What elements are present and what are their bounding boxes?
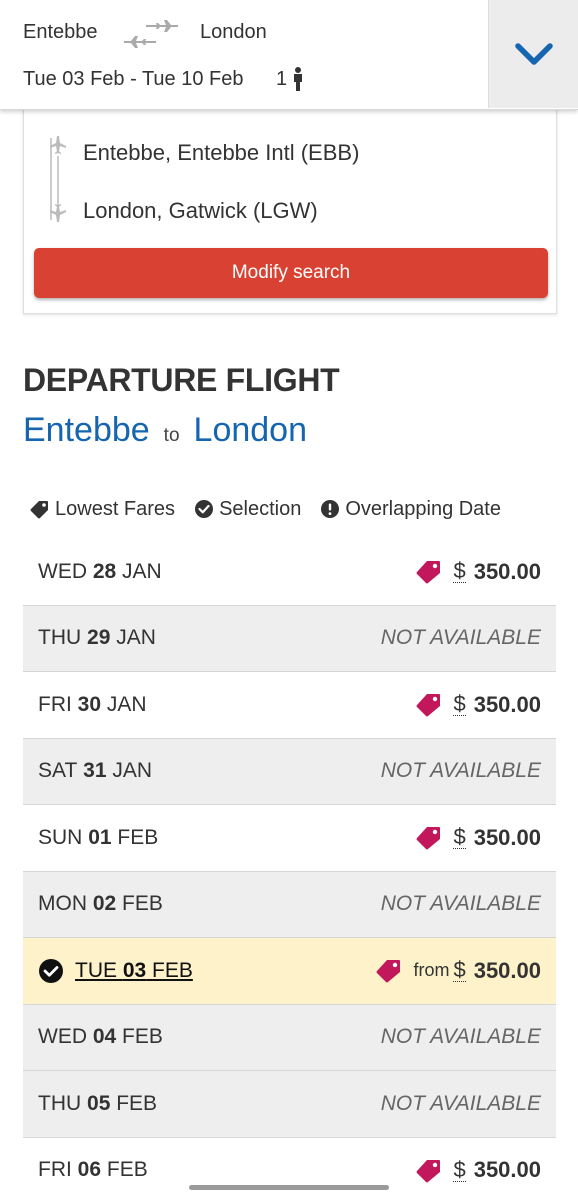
- currency: $: [453, 1156, 466, 1182]
- date-row[interactable]: SUN 01 FEB $ 350.00: [23, 805, 556, 872]
- date-row: THU 05 FEB NOT AVAILABLE: [23, 1071, 556, 1138]
- date-label: SUN 01 FEB: [38, 825, 159, 849]
- not-available-label: NOT AVAILABLE: [380, 1025, 541, 1049]
- route-destination: London: [193, 411, 307, 449]
- summary-destination: London: [200, 21, 267, 43]
- home-indicator[interactable]: [189, 1185, 389, 1190]
- legend-lowest-fares: Lowest Fares: [30, 498, 175, 521]
- trip-summary-bar[interactable]: Entebbe London Tue 03 Feb - Tue 10 Feb 1: [0, 0, 578, 110]
- date-row: SAT 31 JAN NOT AVAILABLE: [23, 738, 556, 805]
- destination-airport: London, Gatwick (LGW): [83, 198, 318, 223]
- not-available-label: NOT AVAILABLE: [380, 759, 541, 783]
- check-circle-icon: [195, 500, 214, 518]
- origin-airport: Entebbe, Entebbe Intl (EBB): [83, 140, 360, 165]
- date-row[interactable]: WED 28 JAN $ 350.00: [23, 539, 556, 606]
- not-available-label: NOT AVAILABLE: [380, 626, 541, 650]
- person-icon: [294, 67, 302, 91]
- route-origin: Entebbe: [23, 411, 150, 449]
- tag-icon: [416, 561, 441, 584]
- legend-selection: Selection: [194, 498, 301, 521]
- departure-flight-heading: DEPARTURE FLIGHT: [23, 362, 340, 398]
- price-amount: 350.00: [473, 957, 541, 983]
- expand-toggle-button[interactable]: [488, 0, 578, 108]
- legend-lowest-fares-label: Lowest Fares: [55, 497, 176, 520]
- tag-icon: [416, 827, 441, 850]
- date-label: SAT 31 JAN: [38, 759, 153, 783]
- summary-dates: Tue 03 Feb - Tue 10 Feb: [23, 68, 244, 90]
- fare-price: $ 350.00: [415, 559, 541, 585]
- summary-origin: Entebbe: [23, 21, 98, 43]
- date-row: MON 02 FEB NOT AVAILABLE: [23, 871, 556, 938]
- from-label: from: [413, 960, 450, 981]
- not-available-label: NOT AVAILABLE: [380, 1091, 541, 1115]
- price-amount: 350.00: [473, 824, 541, 850]
- date-list: WED 28 JAN $ 350.00 THU 29 JAN NOT AVAIL…: [23, 539, 556, 1199]
- price-amount: 350.00: [473, 558, 541, 584]
- date-label: WED 28 JAN: [38, 559, 162, 583]
- legend-selection-label: Selection: [219, 497, 302, 520]
- date-label: WED 04 FEB: [38, 1025, 163, 1049]
- fare-price: $ 350.00: [415, 1157, 541, 1183]
- fare-price: from $ 350.00: [375, 958, 541, 984]
- fare-price: $ 350.00: [415, 692, 541, 718]
- price-amount: 350.00: [473, 691, 541, 717]
- date-row: THU 29 JAN NOT AVAILABLE: [23, 605, 556, 672]
- exclamation-circle-icon: [321, 500, 340, 518]
- currency: $: [453, 824, 466, 850]
- price-amount: 350.00: [473, 1157, 541, 1183]
- plane-takeoff-icon: [50, 136, 66, 154]
- currency: $: [453, 957, 466, 983]
- date-label: FRI 06 FEB: [38, 1158, 148, 1182]
- currency: $: [453, 558, 466, 584]
- summary-passenger-count: 1: [276, 68, 288, 90]
- date-label[interactable]: TUE 03 FEB: [38, 958, 193, 984]
- route-title: Entebbe to London: [23, 411, 307, 455]
- currency: $: [453, 691, 466, 717]
- route-to-word: to: [163, 425, 180, 446]
- date-label: FRI 30 JAN: [38, 692, 147, 716]
- date-row[interactable]: FRI 30 JAN $ 350.00: [23, 672, 556, 739]
- tag-icon: [376, 960, 401, 983]
- date-label: THU 05 FEB: [38, 1091, 158, 1115]
- tag-icon: [416, 694, 441, 717]
- fare-legend: Lowest Fares Selection Overlapping Date: [30, 496, 520, 522]
- date-label: THU 29 JAN: [38, 626, 156, 650]
- date-label: MON 02 FEB: [38, 892, 163, 916]
- tag-icon: [30, 501, 48, 519]
- tag-icon: [416, 1159, 441, 1183]
- modify-search-button[interactable]: Modify search: [34, 248, 548, 298]
- route-line-icon: [50, 136, 66, 222]
- chevron-down-icon: [515, 43, 553, 65]
- date-row-selected[interactable]: TUE 03 FEB from $ 350.00: [23, 938, 556, 1005]
- not-available-label: NOT AVAILABLE: [380, 892, 541, 916]
- check-circle-icon: [39, 958, 63, 983]
- planes-icon: [124, 20, 178, 48]
- plane-landing-icon: [50, 204, 66, 222]
- date-row: WED 04 FEB NOT AVAILABLE: [23, 1004, 556, 1071]
- legend-overlapping-date: Overlapping Date: [320, 498, 501, 521]
- search-panel: Entebbe, Entebbe Intl (EBB) London, Gatw…: [23, 108, 557, 314]
- fare-price: $ 350.00: [415, 825, 541, 851]
- legend-overlapping-label: Overlapping Date: [345, 497, 501, 520]
